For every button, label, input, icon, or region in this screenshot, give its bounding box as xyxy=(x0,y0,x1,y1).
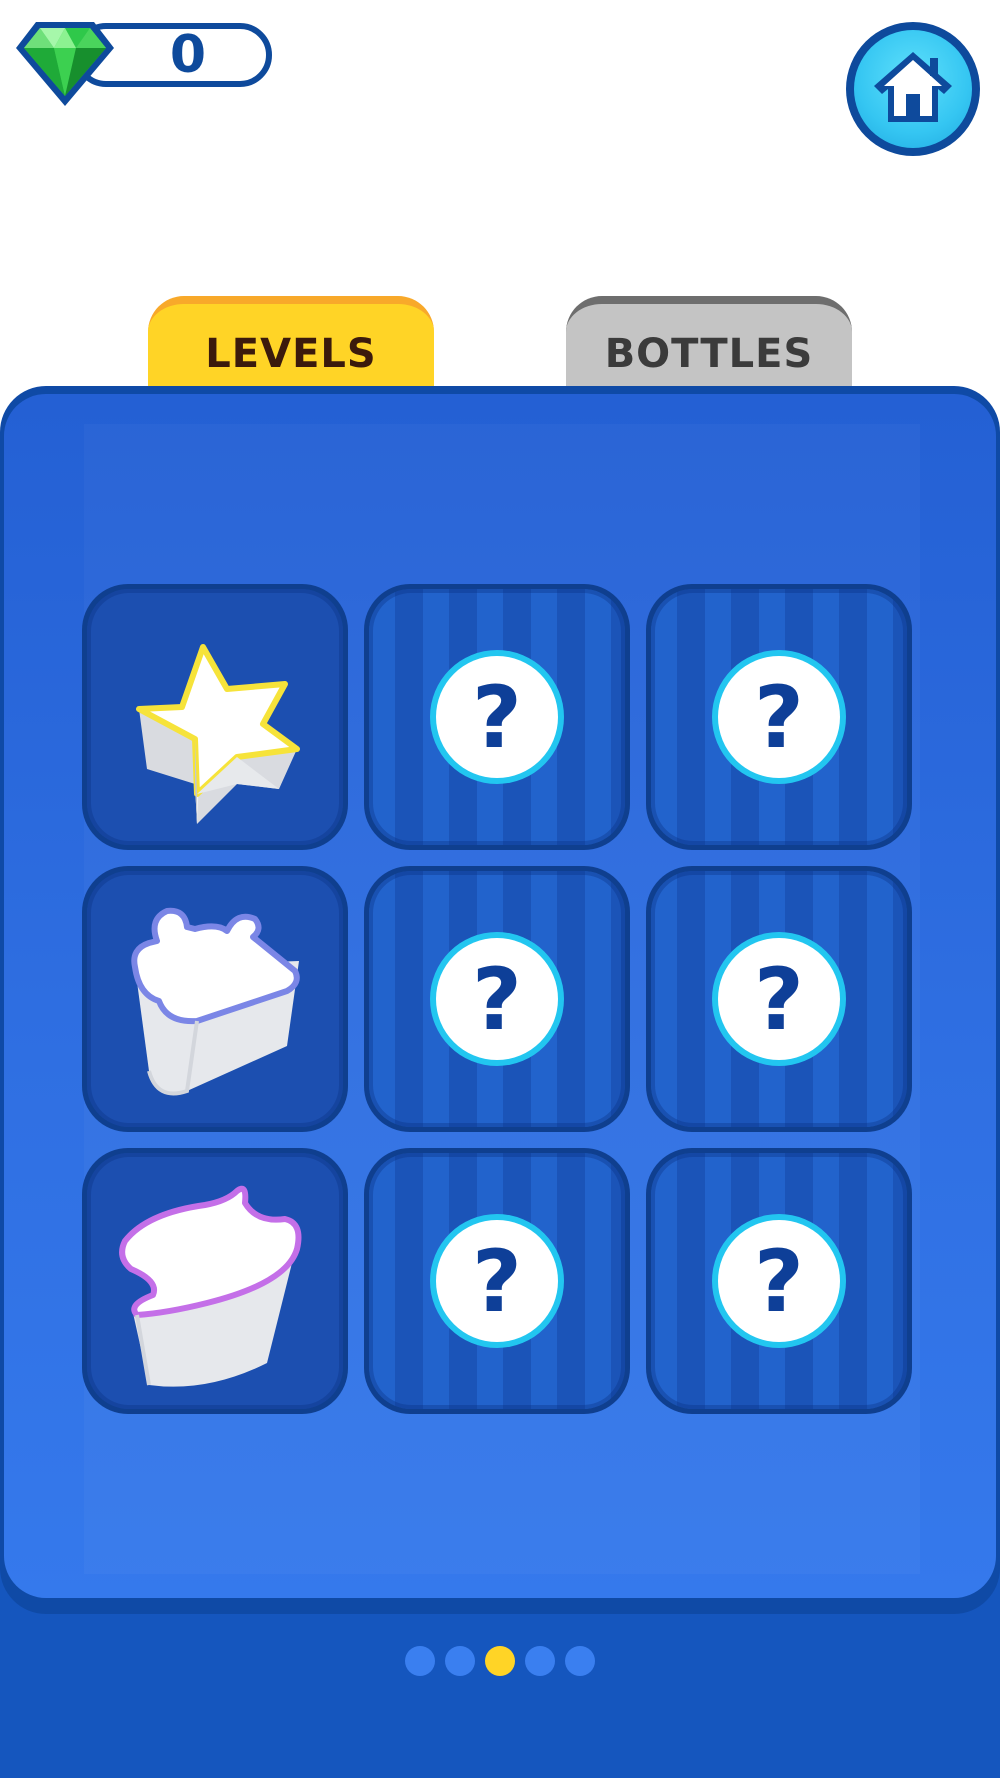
grid-tile[interactable]: ? xyxy=(646,866,912,1132)
grid-tile-face xyxy=(87,1153,343,1409)
hat-shape-icon xyxy=(119,1185,302,1387)
grid-tile-face: ? xyxy=(651,1153,907,1409)
star-shape-icon xyxy=(136,644,300,824)
home-button[interactable] xyxy=(846,22,980,156)
grid-tile-face: ? xyxy=(369,1153,625,1409)
grid-tile-face: ? xyxy=(369,589,625,845)
grid-tile[interactable]: ? xyxy=(646,1148,912,1414)
grid-tile[interactable]: ? xyxy=(364,1148,630,1414)
page-dot[interactable] xyxy=(445,1646,475,1676)
gem-count: 0 xyxy=(169,25,207,85)
grid-tile[interactable] xyxy=(82,866,348,1132)
question-mark-glyph: ? xyxy=(718,938,840,1060)
grid-tile[interactable] xyxy=(82,584,348,850)
grid-tile-face xyxy=(87,871,343,1127)
question-mark-glyph: ? xyxy=(436,656,558,778)
green-gem-icon xyxy=(16,22,114,106)
page-dot-active[interactable] xyxy=(485,1646,515,1676)
grid-tile-face xyxy=(87,589,343,845)
page-dot[interactable] xyxy=(405,1646,435,1676)
grid-tile-face: ? xyxy=(369,871,625,1127)
question-mark-glyph: ? xyxy=(436,938,558,1060)
page-dot[interactable] xyxy=(525,1646,555,1676)
home-icon xyxy=(874,52,952,122)
grid-tile-face: ? xyxy=(651,589,907,845)
question-mark-icon: ? xyxy=(712,1214,846,1348)
page-indicator xyxy=(0,1646,1000,1680)
grid-tile[interactable]: ? xyxy=(364,866,630,1132)
question-mark-icon: ? xyxy=(430,1214,564,1348)
tab-levels[interactable]: LEVELS xyxy=(148,296,434,390)
gem-counter: 0 xyxy=(14,16,272,106)
puzzle-shape-icon xyxy=(131,907,300,1096)
collection-screen: 0 LEVELS BOTTLES ? ? ? ? ? ? xyxy=(0,0,1000,1778)
question-mark-icon: ? xyxy=(712,932,846,1066)
grid-tile[interactable] xyxy=(82,1148,348,1414)
grid-tile-face: ? xyxy=(651,871,907,1127)
grid-tile[interactable]: ? xyxy=(364,584,630,850)
question-mark-icon: ? xyxy=(712,650,846,784)
question-mark-glyph: ? xyxy=(436,1220,558,1342)
grid-tile[interactable]: ? xyxy=(646,584,912,850)
question-mark-glyph: ? xyxy=(718,656,840,778)
page-dot[interactable] xyxy=(565,1646,595,1676)
question-mark-glyph: ? xyxy=(718,1220,840,1342)
question-mark-icon: ? xyxy=(430,650,564,784)
tab-bottles[interactable]: BOTTLES xyxy=(566,296,852,390)
question-mark-icon: ? xyxy=(430,932,564,1066)
